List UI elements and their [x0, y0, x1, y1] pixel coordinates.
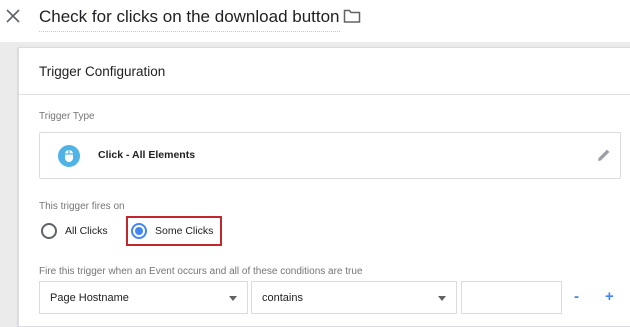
operator-select-value: contains — [262, 291, 303, 304]
trigger-config-card: Trigger Configuration Trigger Type Click… — [18, 47, 630, 327]
tag-title[interactable]: Check for clicks on the download button — [39, 6, 340, 32]
operator-select[interactable]: contains — [251, 281, 457, 314]
variable-select[interactable]: Page Hostname — [39, 281, 248, 314]
radio-all-clicks-button[interactable] — [41, 223, 57, 239]
variable-select-value: Page Hostname — [50, 291, 129, 304]
chevron-down-icon — [229, 296, 237, 301]
radio-all-clicks-label: All Clicks — [65, 225, 108, 237]
add-condition-button[interactable]: + — [605, 289, 614, 304]
condition-value-input[interactable] — [461, 281, 562, 314]
close-icon[interactable] — [3, 6, 23, 26]
chevron-down-icon — [438, 296, 446, 301]
card-header: Trigger Configuration — [19, 48, 630, 95]
pencil-icon[interactable] — [596, 147, 612, 163]
conditions-label: Fire this trigger when an Event occurs a… — [39, 266, 363, 277]
trigger-type-name: Click - All Elements — [98, 149, 196, 161]
remove-condition-button[interactable]: - — [574, 289, 579, 304]
radio-all-clicks[interactable]: All Clicks — [41, 223, 108, 239]
card-title: Trigger Configuration — [39, 63, 166, 79]
radio-some-clicks-button[interactable] — [131, 223, 147, 239]
radio-some-clicks[interactable]: Some Clicks — [131, 223, 213, 239]
top-bar: Check for clicks on the download button — [0, 0, 630, 42]
fires-on-label: This trigger fires on — [39, 201, 125, 212]
radio-some-clicks-label: Some Clicks — [155, 225, 214, 237]
folder-icon[interactable] — [343, 8, 361, 24]
mouse-icon — [58, 145, 80, 167]
trigger-type-label: Trigger Type — [39, 111, 95, 122]
trigger-type-selector[interactable]: Click - All Elements — [39, 132, 621, 179]
